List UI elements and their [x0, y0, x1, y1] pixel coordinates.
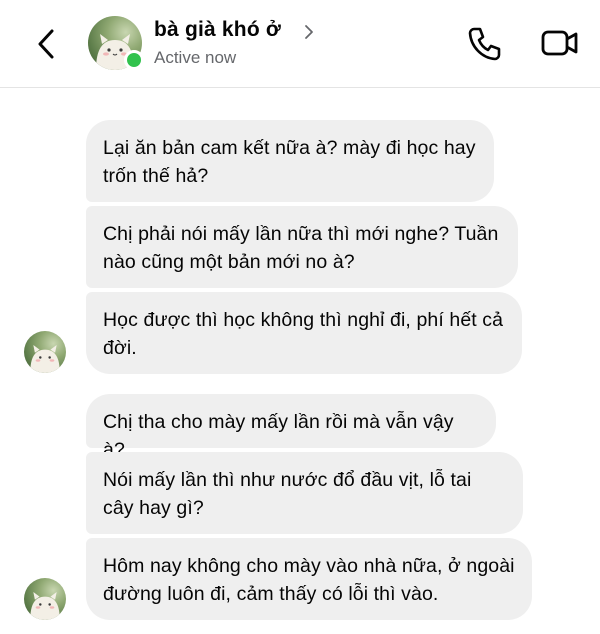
chat-header: bà già khó ở Active now [0, 0, 600, 88]
online-status-indicator [124, 50, 144, 70]
message-bubble[interactable]: Chị tha cho mày mấy lần rồi mà vẫn vậy à… [86, 394, 496, 461]
message-bubble[interactable]: Nói mấy lần thì như nước đổ đầu vịt, lỗ … [86, 452, 523, 534]
chevron-right-icon[interactable] [302, 23, 316, 41]
active-status: Active now [154, 48, 237, 67]
chevron-left-icon [38, 29, 54, 59]
contact-avatar[interactable] [88, 16, 144, 70]
voice-call-button[interactable] [466, 24, 502, 62]
video-call-button[interactable] [540, 26, 580, 60]
video-camera-icon [541, 30, 578, 56]
message-bubble[interactable]: Lại ăn bản cam kết nữa à? mày đi học hay… [86, 120, 494, 202]
sender-avatar[interactable] [24, 578, 66, 620]
sender-avatar[interactable] [24, 331, 66, 373]
message-bubble[interactable]: Chị phải nói mấy lần nữa thì mới nghe? T… [86, 206, 518, 288]
message-bubble[interactable]: Học được thì học không thì nghỉ đi, phí … [86, 292, 522, 374]
message-bubble[interactable]: Hôm nay không cho mày vào nhà nữa, ở ngo… [86, 538, 532, 620]
contact-name[interactable]: bà già khó ở [154, 18, 281, 42]
phone-icon [468, 27, 501, 61]
back-button[interactable] [30, 26, 64, 62]
